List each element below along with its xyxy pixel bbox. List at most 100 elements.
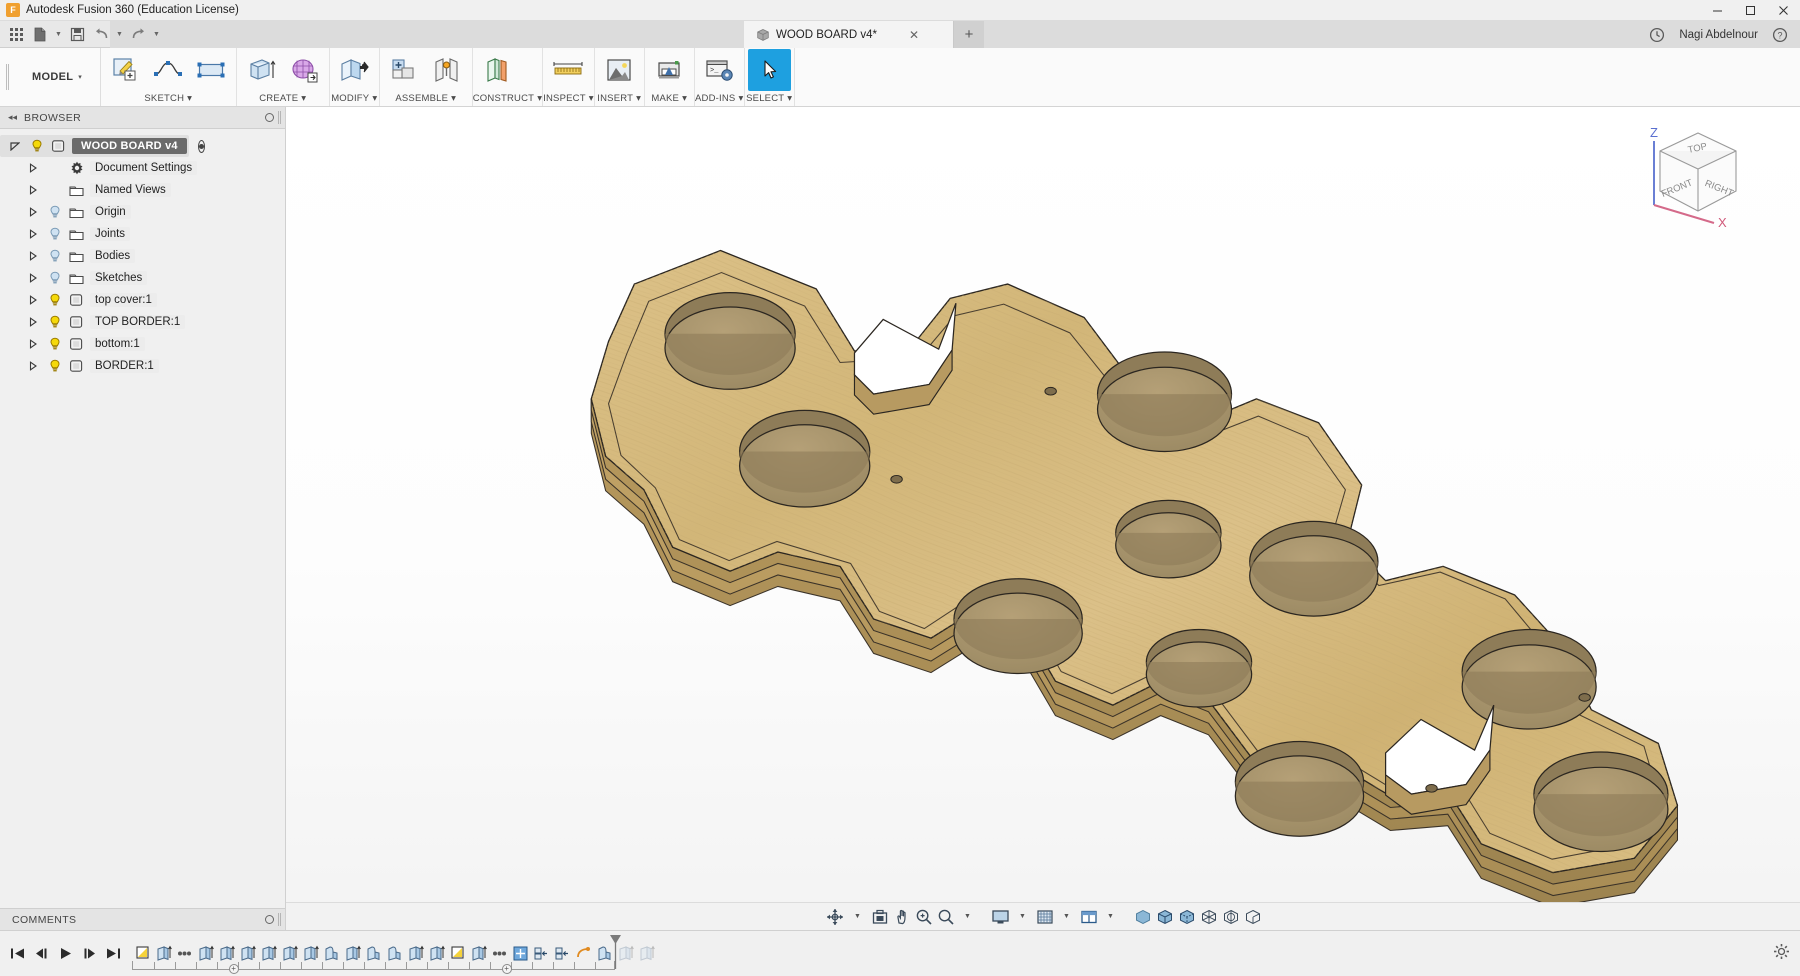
document-tab[interactable]: WOOD BOARD v4* ✕ [744,21,954,48]
expand-arrow-right-icon[interactable] [28,339,42,349]
view-cube[interactable]: Z X TOP FRONT RIGHT [1640,119,1760,229]
wireframe-button[interactable] [1198,905,1220,929]
redo-caret-icon[interactable]: ▼ [151,24,162,45]
comments-resize-grip[interactable] [278,913,281,926]
tree-item-named-views[interactable]: Named Views [0,179,285,201]
timeline-group-marker-1[interactable]: + [228,963,239,974]
new-document-tab-button[interactable]: + [954,21,984,48]
ribbon-group-label-insert[interactable]: INSERT ▾ [595,92,644,106]
scripts-addins-button[interactable]: >_ [698,49,741,91]
active-component-icon[interactable] [197,139,205,153]
visibility-toggle[interactable] [47,248,63,264]
tree-item-border-1[interactable]: BORDER:1 [0,355,285,377]
file-menu-button[interactable] [29,24,51,45]
press-pull-button[interactable] [333,49,376,91]
browser-visibility-icon[interactable] [265,113,274,122]
step-forward-button[interactable] [78,942,100,966]
grid-snap-caret-icon[interactable]: ▼ [1056,905,1078,929]
visibility-toggle[interactable] [47,204,63,220]
job-status-icon[interactable] [1649,27,1665,43]
zoom-caret-icon[interactable]: ▼ [957,905,979,929]
new-component-button[interactable] [383,49,426,91]
zoom-button[interactable] [913,905,935,929]
undo-button[interactable] [90,24,112,45]
document-tab-close-icon[interactable]: ✕ [909,28,919,42]
spline-button[interactable] [147,49,190,91]
expand-arrow-right-icon[interactable] [28,273,42,283]
timeline-future-feature-2[interactable] [636,942,657,966]
visibility-toggle[interactable] [47,336,63,352]
ribbon-group-label-sketch[interactable]: SKETCH ▾ [101,92,236,106]
tree-item-origin[interactable]: Origin [0,201,285,223]
look-at-button[interactable] [869,905,891,929]
wood-board-model[interactable] [286,107,1800,930]
zoom-window-button[interactable] [935,905,957,929]
expand-arrow-right-icon[interactable] [28,295,42,305]
display-settings-button[interactable] [989,905,1012,929]
go-to-end-button[interactable] [102,942,124,966]
visibility-toggle[interactable] [47,226,63,242]
collapse-panel-icon[interactable]: ◂◂ [8,112,17,123]
tree-item-bottom-1[interactable]: bottom:1 [0,333,285,355]
wireframe-visible-button[interactable] [1242,905,1264,929]
ribbon-group-label-select[interactable]: SELECT ▾ [745,92,794,106]
workspace-switcher[interactable]: MODEL ▾ [14,48,101,106]
timeline-playhead[interactable] [610,934,621,969]
comments-panel-header[interactable]: COMMENTS [0,908,285,930]
ribbon-group-label-addins[interactable]: ADD-INS ▾ [695,92,744,106]
tree-item-wood-board-v4[interactable]: WOOD BOARD v4 [0,135,205,157]
extrude-button[interactable] [240,49,283,91]
tree-item-sketches[interactable]: Sketches [0,267,285,289]
maximize-button[interactable] [1734,0,1767,21]
expand-arrow-right-icon[interactable] [28,185,42,195]
offset-plane-button[interactable] [476,49,519,91]
shaded-hidden-edges-button[interactable] [1154,905,1176,929]
file-menu-caret-icon[interactable]: ▼ [53,24,64,45]
ribbon-group-label-make[interactable]: MAKE ▾ [645,92,694,106]
browser-resize-grip[interactable] [278,111,281,124]
visibility-toggle[interactable] [29,138,45,154]
joint-button[interactable] [426,49,469,91]
show-data-panel-button[interactable] [5,24,27,45]
timeline-group-marker-2[interactable]: + [501,963,512,974]
user-name-label[interactable]: Nagi Abdelnour [1679,29,1758,41]
expand-arrow-down-icon[interactable] [10,141,24,151]
comments-toggle-icon[interactable] [265,915,274,924]
rectangle-button[interactable] [190,49,233,91]
expand-arrow-right-icon[interactable] [28,361,42,371]
expand-arrow-right-icon[interactable] [28,251,42,261]
save-button[interactable] [66,24,88,45]
wireframe-hidden-button[interactable] [1220,905,1242,929]
settings-button[interactable] [1773,943,1790,960]
ribbon-group-label-create[interactable]: CREATE ▾ [237,92,329,106]
visibility-toggle[interactable] [47,314,63,330]
help-icon[interactable]: ? [1772,27,1788,43]
create-sketch-button[interactable] [104,49,147,91]
ribbon-group-label-inspect[interactable]: INSPECT ▾ [543,92,594,106]
visibility-toggle[interactable] [47,292,63,308]
close-button[interactable] [1767,0,1800,21]
orbit-caret-icon[interactable]: ▼ [847,905,869,929]
shaded-button[interactable] [1132,905,1154,929]
tree-item-joints[interactable]: Joints [0,223,285,245]
expand-arrow-right-icon[interactable] [28,163,42,173]
redo-button[interactable] [127,24,149,45]
display-settings-caret-icon[interactable]: ▼ [1012,905,1034,929]
insert-canvas-button[interactable] [598,49,641,91]
create-form-button[interactable] [283,49,326,91]
visibility-toggle[interactable] [47,270,63,286]
play-button[interactable] [54,942,76,966]
3d-print-button[interactable] [648,49,691,91]
expand-arrow-right-icon[interactable] [28,317,42,327]
measure-button[interactable] [546,49,589,91]
pan-button[interactable] [891,905,913,929]
expand-arrow-right-icon[interactable] [28,207,42,217]
expand-arrow-right-icon[interactable] [28,229,42,239]
3d-viewport[interactable]: Z X TOP FRONT RIGHT ▼ ▼ ▼ ▼ ▼ [286,107,1800,930]
grid-snap-button[interactable] [1034,905,1056,929]
ribbon-group-label-assemble[interactable]: ASSEMBLE ▾ [380,92,472,106]
go-to-beginning-button[interactable] [6,942,28,966]
viewports-button[interactable] [1078,905,1100,929]
undo-caret-icon[interactable]: ▼ [114,24,125,45]
orbit-button[interactable] [823,905,847,929]
